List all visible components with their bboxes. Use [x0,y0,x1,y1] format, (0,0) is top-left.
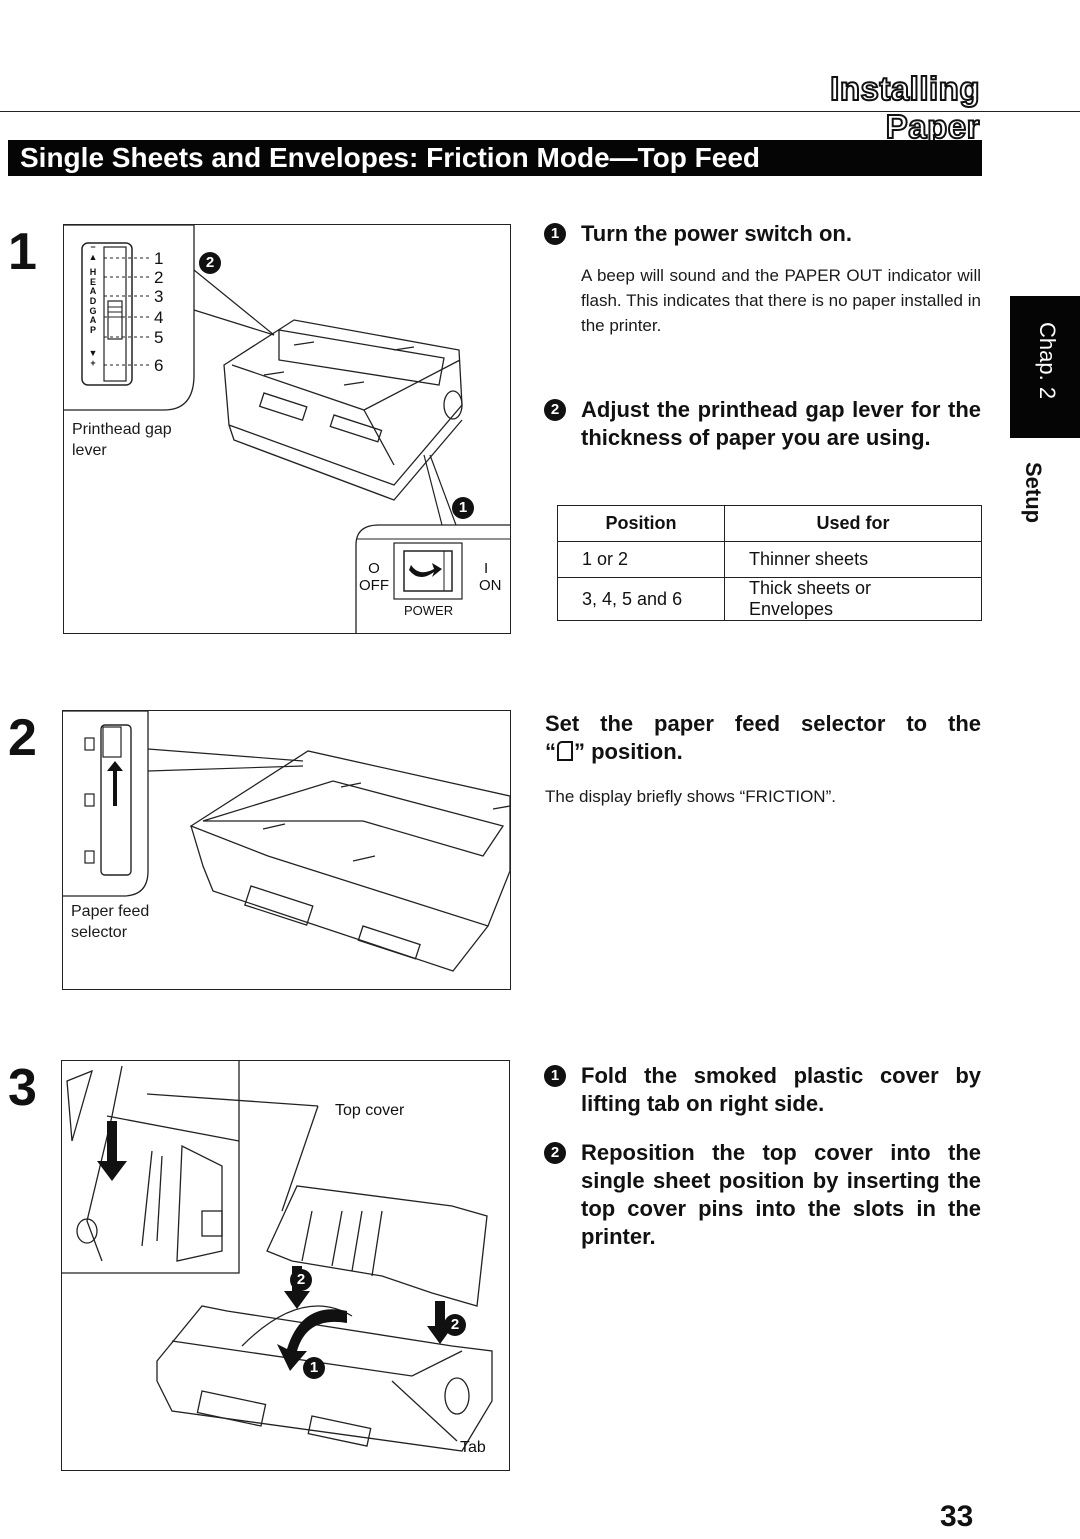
instruction-heading: Reposition the top cover into the single… [581,1140,981,1249]
table-cell: Thinner sheets [724,541,982,578]
section-tab-label: Setup [1021,462,1046,524]
lever-letter: + [90,357,96,368]
instruction-3-2: 2 Reposition the top cover into the sing… [544,1139,981,1251]
lever-position-2: 2 [154,268,164,287]
instruction-heading-line2: “ ” position. [545,738,981,766]
power-off-label: OFF [359,577,389,594]
selector-caption: Paper feed selector [71,903,150,941]
figure-paper-feed-selector: Paper feed selector [62,710,511,990]
power-off-symbol: O [368,560,380,577]
power-on-symbol: I [484,560,489,577]
lever-position-5: 5 [154,328,164,347]
instruction-3-1: 1 Fold the smoked plastic cover by lifti… [544,1062,981,1118]
instruction-heading-line1: Set the paper feed selector to the [545,711,981,736]
chapter-tab[interactable]: Chap. 2 [1010,296,1080,438]
instruction-heading: Adjust the printhead gap lever for the t… [581,397,981,450]
bullet-1-icon: 1 [544,223,566,245]
step-number: 1 [8,223,37,281]
callout-2-badge: 2 [290,1269,312,1291]
printer-illustration [63,711,510,972]
step-number: 2 [8,709,37,767]
page-number: 33 [940,1500,974,1533]
printer-illustration [62,1061,493,1452]
lever-position-4: 4 [154,308,164,327]
callout-1-badge: 1 [303,1357,325,1379]
table-cell: 3, 4, 5 and 6 [557,577,725,621]
page-title: Single Sheets and Envelopes: Friction Mo… [20,142,761,173]
chapter-label: Chap. 2 [1035,322,1060,400]
instruction-heading: Turn the power switch on. [581,221,852,246]
printhead-gap-table: Position Used for 1 or 2 Thinner sheets … [557,505,982,621]
table-row: 3, 4, 5 and 6 Thick sheets or Envelopes [557,577,982,621]
figure-top-cover: Top cover Tab 1 2 2 [61,1060,510,1471]
callout-1-badge: 1 [452,497,474,519]
instruction-2: Set the paper feed selector to the “ ” po… [545,710,981,809]
instruction-body: The display briefly shows “FRICTION”. [545,787,836,806]
bullet-1-icon: 1 [544,1065,566,1087]
table-row: 1 or 2 Thinner sheets [557,541,982,578]
table-header: Used for [724,505,982,542]
bullet-2-icon: 2 [544,1142,566,1164]
open-quote: “ [545,739,556,764]
lever-side-text: − ▲ H E A D G A P ▼ + [88,242,98,369]
tab-label: Tab [460,1439,486,1456]
page-title-bar: Single Sheets and Envelopes: Friction Mo… [8,140,982,176]
lever-position-6: 6 [154,356,164,375]
lever-position-3: 3 [154,287,164,306]
figure-printhead-power: − ▲ H E A D G A P ▼ + 1 2 3 4 5 6 2 1 Pr… [63,224,511,634]
top-cover-label: Top cover [335,1102,405,1119]
table-cell: 1 or 2 [557,541,725,578]
instruction-1-1: 1 Turn the power switch on. A beep will … [544,220,981,338]
lever-position-1: 1 [154,249,164,268]
bullet-2-icon: 2 [544,399,566,421]
header-divider [0,111,1080,112]
table-cell: Thick sheets or Envelopes [724,577,982,621]
lever-letter: ▲ [88,251,98,262]
table-header-row: Position Used for [557,505,982,542]
single-sheet-icon [557,741,573,761]
step-number: 3 [8,1059,37,1117]
power-label: POWER [404,603,454,618]
instruction-heading: Fold the smoked plastic cover by lifting… [581,1063,981,1116]
section-header: Installing Paper [829,69,980,146]
table-header: Position [557,505,725,542]
instruction-body: A beep will sound and the PAPER OUT indi… [581,266,981,335]
instruction-1-2: 2 Adjust the printhead gap lever for the… [544,396,981,452]
lever-caption: Printhead gap lever [72,421,172,459]
power-on-label: ON [479,577,502,594]
heading-tail: ” position. [574,739,683,764]
callout-2-badge: 2 [444,1314,466,1336]
lever-letter: P [89,324,96,335]
callout-2-badge: 2 [199,252,221,274]
